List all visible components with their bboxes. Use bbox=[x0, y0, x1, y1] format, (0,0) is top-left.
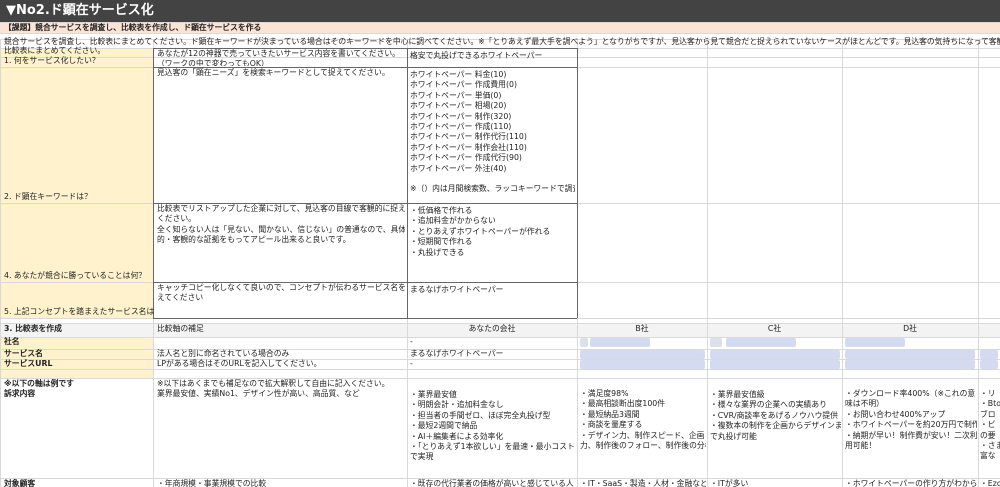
redacted-value bbox=[845, 350, 975, 359]
redacted-value bbox=[710, 350, 840, 359]
comparison-column-header: D社 bbox=[903, 324, 917, 333]
question-hint: 比較表でリストアップした企業に対して、見込客の目線で客観的に捉えて ください。 … bbox=[157, 204, 405, 245]
comparison-column-header: C社 bbox=[767, 324, 782, 333]
comparison-appeal-extra: ・リ ・Bto ブロ ・ビ の要 ・さま 富な bbox=[980, 389, 1000, 461]
comparison-target-value: ・ITが多い bbox=[710, 479, 749, 487]
redacted-value bbox=[845, 338, 905, 347]
comparison-row-hint: LPがある場合はそのURLを記入してください。 bbox=[157, 359, 322, 368]
question-answer: まるなげホワイトペーパー bbox=[410, 285, 504, 294]
comparison-column-header: B社 bbox=[635, 324, 649, 333]
comparison-section-label: 3. 比較表を作成 bbox=[4, 324, 62, 333]
question-hint: 見込客の「顕在ニーズ」を検索キーワードとして捉えてください。 bbox=[157, 68, 390, 77]
comparison-appeal-value: ・業界最安值級 ・様々な業界の企業への実績あり ・CVR/商談率をあげるノウハウ… bbox=[710, 390, 841, 441]
comparison-appeal-value: ・満足度98% ・最高相談断出度100件 ・最短納品3週間 ・商談を量産する ・… bbox=[580, 389, 706, 451]
section-heading: 【課題】競合サービスを調査し、比較表を作成し、ド顕在サービスを作る bbox=[4, 23, 262, 32]
redacted-value bbox=[710, 338, 722, 347]
comparison-target-value: ・ホワイトペーパーの作り方がわから bbox=[845, 479, 977, 487]
comparison-appeal-value: ・ダウンロード率400%（※これの意 味は不明） ・お問い合わせ400%アップ … bbox=[845, 389, 977, 451]
redacted-value bbox=[980, 350, 998, 359]
comparison-row-label: 社名 bbox=[4, 337, 20, 346]
question-label: 1. 何をサービス化したい？ bbox=[4, 56, 100, 65]
comparison-target-extra: ・Ezo bbox=[980, 479, 1000, 487]
comparison-appeal-hint: 業界最安値、実績No1、デザイン性が高い、高品質、など bbox=[157, 389, 360, 398]
comparison-target-label: 対象顧客 bbox=[4, 479, 36, 487]
redacted-value bbox=[580, 360, 705, 369]
comparison-target-hint: ・年商規模・事業規模での比較 bbox=[157, 479, 267, 487]
redacted-value bbox=[580, 350, 705, 359]
redacted-value bbox=[726, 338, 796, 347]
question-label: 2. ド顕在キーワードは？ bbox=[4, 192, 92, 201]
comparison-appeal-value: ・業界最安値 ・明朗会計・追加料金なし ・担当者の手間ゼロ、ほぼ完全丸投げ型 ・… bbox=[410, 390, 575, 462]
redacted-value bbox=[845, 360, 975, 369]
question-hint: あなたが12の神器で売っていきたいサービス内容を書いてください。 （ワークの中で… bbox=[157, 49, 400, 66]
redacted-value bbox=[580, 338, 588, 347]
redacted-value bbox=[710, 360, 840, 369]
title-bar: ▼No2.ド顕在サービス化 bbox=[0, 0, 1000, 22]
comparison-row-label: サービスURL bbox=[4, 359, 53, 368]
comparison-appeal-label: 訴求内容 bbox=[4, 389, 36, 398]
comparison-target-value: ・既存の代行業者の価格が高いと感じている人 bbox=[410, 479, 574, 487]
comparison-value: - bbox=[410, 337, 413, 346]
question-hint: キャッチコピー化しなくて良いので、コンセプトが伝わるサービス名を考 えてください bbox=[157, 283, 405, 303]
redacted-value bbox=[980, 360, 998, 369]
question-answer: ・低価格で作れる ・追加料金がかからない ・とりあえずホワイトペーパーが作れる … bbox=[410, 206, 551, 257]
page-title: ▼No2.ド顕在サービス化 bbox=[6, 3, 154, 18]
comparison-axis-label: 比較軸の補足 bbox=[157, 324, 204, 333]
question-label: 5. 上記コンセプトを踏まえたサービス名は？ bbox=[4, 307, 154, 316]
comparison-target-value: ・IT・SaaS・製造・人材・金融など bbox=[580, 479, 706, 487]
question-label: 4. あなたが競合に勝っていることは何？ bbox=[4, 271, 147, 280]
redacted-value bbox=[590, 338, 650, 347]
comparison-column-header: あなたの会社 bbox=[468, 324, 516, 333]
comparison-value: - bbox=[410, 359, 413, 368]
question-answer: 格安で丸投げできるホワイトペーパー bbox=[410, 51, 543, 60]
question-answer: ホワイトペーパー 料金(10) ホワイトペーパー 作成費用(0) ホワイトペーパ… bbox=[410, 70, 575, 194]
